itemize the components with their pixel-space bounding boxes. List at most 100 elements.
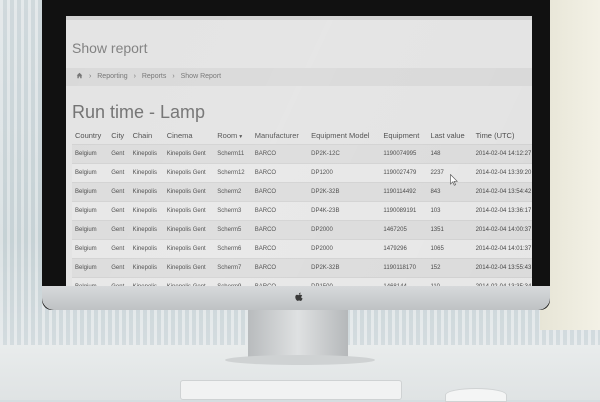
cell-room: Scherm3 — [214, 201, 252, 221]
cell-cinema: Kinepolis Gent — [163, 239, 215, 259]
cell-chain: Kinepolis — [129, 220, 164, 240]
cell-equipment-model: DP2000 — [308, 239, 381, 259]
cell-cinema: Kinepolis Gent — [163, 258, 215, 278]
column-header-equipment-model[interactable]: Equipment Model — [308, 126, 380, 145]
cell-city: Gent — [108, 239, 130, 259]
cell-country: Belgium — [72, 277, 109, 286]
report-title: Run time - Lamp — [72, 102, 206, 122]
breadcrumb: › Reporting › Reports › Show Report — [66, 68, 532, 86]
table-row[interactable]: BelgiumGentKinepolisKinepolis GentScherm… — [72, 220, 532, 240]
cell-last-value: 1351 — [427, 220, 473, 240]
cell-city: Gent — [108, 220, 130, 240]
cell-city: Gent — [108, 144, 130, 164]
cell-equipment: 1479296 — [380, 239, 428, 259]
column-header-chain[interactable]: Chain — [130, 126, 164, 145]
cell-equipment-model: DP4K-23B — [308, 201, 381, 221]
table-row[interactable]: BelgiumGentKinepolisKinepolis GentScherm… — [72, 239, 532, 259]
cell-cinema: Kinepolis Gent — [163, 277, 215, 286]
cell-manufacturer: BARCO — [251, 182, 309, 202]
page-header: Show report — [72, 40, 148, 56]
column-header-room-label: Room — [217, 130, 238, 140]
cell-cinema: Kinepolis Gent — [163, 220, 215, 240]
column-header-manufacturer[interactable]: Manufacturer — [252, 126, 308, 145]
breadcrumb-item-reports[interactable]: Reports — [142, 73, 167, 80]
column-header-room[interactable]: Room▼ — [214, 126, 251, 145]
cell-equipment: 1190118170 — [380, 258, 428, 278]
cell-city: Gent — [108, 201, 130, 221]
chevron-right-icon: › — [88, 73, 92, 80]
report-table: Country City Chain Cinema Room▼ Manufact… — [72, 126, 532, 286]
cell-last-value: 148 — [427, 144, 473, 164]
cell-equipment-model: DP2K-32B — [308, 182, 381, 202]
cell-room: Scherm6 — [214, 239, 252, 259]
table-row[interactable]: BelgiumGentKinepolisKinepolis GentScherm… — [72, 277, 532, 286]
chevron-right-icon: › — [133, 73, 136, 80]
cell-country: Belgium — [72, 201, 109, 221]
table-row[interactable]: BelgiumGentKinepolisKinepolis GentScherm… — [72, 163, 532, 183]
cell-last-value: 110 — [427, 277, 473, 286]
apple-logo-icon — [293, 291, 305, 303]
cell-room: Scherm2 — [214, 182, 252, 202]
cell-equipment-model: DP2K-32B — [308, 258, 381, 278]
cell-room: Scherm5 — [214, 220, 252, 240]
cell-chain: Kinepolis — [129, 239, 164, 259]
cell-time-utc: 2014-02-04 14:00:37 — [472, 220, 532, 240]
table-header-row: Country City Chain Cinema Room▼ Manufact… — [72, 126, 532, 145]
cell-time-utc: 2014-02-04 13:36:17 — [472, 201, 532, 221]
sort-down-icon: ▼ — [238, 133, 244, 140]
cell-city: Gent — [108, 277, 130, 286]
cell-chain: Kinepolis — [129, 163, 164, 183]
cell-cinema: Kinepolis Gent — [163, 144, 215, 164]
cell-last-value: 103 — [427, 201, 473, 221]
cell-room: Scherm11 — [214, 144, 252, 164]
chevron-right-icon: › — [172, 73, 175, 80]
cell-manufacturer: BARCO — [251, 201, 309, 221]
table-row[interactable]: BelgiumGentKinepolisKinepolis GentScherm… — [72, 258, 532, 278]
cell-manufacturer: BARCO — [251, 144, 309, 164]
cell-chain: Kinepolis — [129, 144, 164, 164]
cell-equipment: 1190114492 — [380, 182, 428, 202]
cell-country: Belgium — [72, 144, 109, 164]
cell-room: Scherm9 — [214, 277, 252, 286]
cell-time-utc: 2014-02-04 13:54:42 — [472, 182, 532, 202]
column-header-city[interactable]: City — [108, 126, 129, 145]
keyboard — [180, 380, 402, 400]
cell-equipment: 1190089191 — [380, 201, 428, 221]
column-header-time-utc[interactable]: Time (UTC) — [473, 126, 532, 145]
cell-time-utc: 2014-02-04 13:55:43 — [472, 258, 532, 278]
cell-time-utc: 2014-02-04 14:12:27 — [472, 144, 532, 164]
cell-city: Gent — [108, 182, 130, 202]
table-row[interactable]: BelgiumGentKinepolisKinepolis GentScherm… — [72, 201, 532, 221]
cell-chain: Kinepolis — [129, 182, 164, 202]
cell-chain: Kinepolis — [129, 277, 164, 286]
cell-cinema: Kinepolis Gent — [163, 182, 215, 202]
monitor-stand-base — [225, 355, 375, 365]
cell-room: Scherm12 — [214, 163, 252, 183]
cell-city: Gent — [108, 163, 130, 183]
cell-cinema: Kinepolis Gent — [163, 201, 215, 221]
column-header-country[interactable]: Country — [72, 126, 108, 145]
breadcrumb-item-reporting[interactable]: Reporting — [97, 73, 127, 80]
monitor-screen: Show report › Reporting › Reports › Show… — [66, 16, 532, 286]
cell-last-value: 152 — [427, 258, 473, 278]
cell-country: Belgium — [72, 258, 109, 278]
cell-room: Scherm7 — [214, 258, 252, 278]
cell-time-utc: 2014-02-04 14:01:37 — [472, 239, 532, 259]
cell-country: Belgium — [72, 182, 109, 202]
cell-country: Belgium — [72, 163, 109, 183]
cell-equipment: 1468144 — [380, 277, 428, 286]
cell-city: Gent — [108, 258, 130, 278]
cell-country: Belgium — [72, 239, 109, 259]
column-header-cinema[interactable]: Cinema — [164, 126, 215, 145]
home-icon[interactable] — [76, 72, 85, 80]
column-header-equipment[interactable]: Equipment — [380, 126, 427, 145]
table-row[interactable]: BelgiumGentKinepolisKinepolis GentScherm… — [72, 144, 532, 164]
cell-manufacturer: BARCO — [251, 220, 309, 240]
table-body: Belgium Gent Kinepolis Kinepolis Gent Scherm… — [72, 144, 532, 286]
cell-cinema: Kinepolis Gent — [163, 163, 215, 183]
table-row[interactable]: BelgiumGentKinepolisKinepolis GentScherm… — [72, 182, 532, 202]
cell-time-utc: 2014-02-04 13:35:34 — [472, 277, 532, 286]
cell-equipment: 1467205 — [380, 220, 428, 240]
column-header-last-value[interactable]: Last value — [427, 126, 472, 145]
cell-equipment-model: DP2K-12C — [308, 144, 381, 164]
